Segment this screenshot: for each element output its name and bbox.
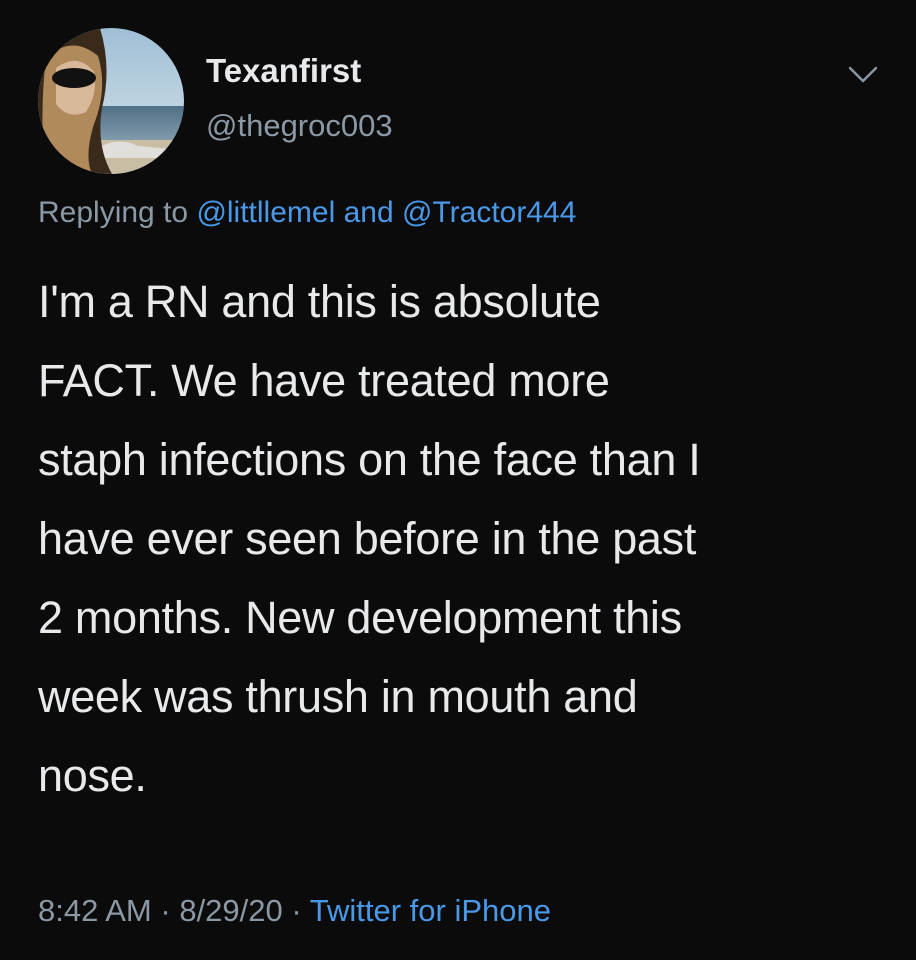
replying-to: Replying to @littllemel and @Tractor444 (38, 196, 576, 230)
tweet-text-line: nose. (38, 750, 147, 801)
replying-to-label: Replying to (38, 196, 189, 229)
tweet-metadata: 8:42 AM · 8/29/20 · Twitter for iPhone (38, 893, 551, 929)
avatar[interactable] (38, 28, 184, 174)
avatar-photo-icon (38, 28, 184, 174)
tweet-date[interactable]: 8/29/20 (179, 893, 282, 928)
meta-separator: · (160, 893, 171, 928)
mention-link[interactable]: @Tractor444 (402, 196, 576, 229)
tweet-text: I'm a RN and this is absolute FACT. We h… (38, 262, 888, 815)
chevron-down-icon[interactable] (846, 62, 880, 88)
tweet-text-line: week was thrush in mouth and (38, 671, 638, 722)
tweet-text-line: have ever seen before in the past (38, 513, 697, 564)
tweet-time[interactable]: 8:42 AM (38, 893, 152, 928)
tweet-text-line: 2 months. New development this (38, 592, 682, 643)
display-name[interactable]: Texanfirst (206, 52, 361, 90)
tweet-text-line: I'm a RN and this is absolute (38, 276, 601, 327)
mention-link[interactable]: @littllemel (196, 196, 335, 229)
user-handle[interactable]: @thegroc003 (206, 108, 393, 144)
tweet-text-line: staph infections on the face than I (38, 434, 701, 485)
tweet-card: Texanfirst @thegroc003 Replying to @litt… (0, 0, 916, 960)
tweet-source-link[interactable]: Twitter for iPhone (310, 893, 551, 928)
meta-separator: · (291, 893, 302, 928)
tweet-text-line: FACT. We have treated more (38, 355, 610, 406)
mention-conjunction: and (343, 196, 394, 229)
